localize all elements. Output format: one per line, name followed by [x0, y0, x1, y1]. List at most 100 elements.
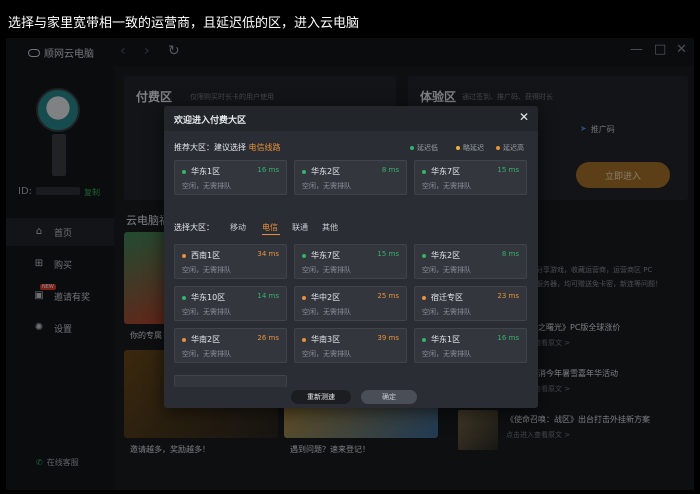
server-card[interactable]: 华东10区 14 ms 空闲，无需排队	[174, 286, 287, 321]
latency-dot	[302, 337, 306, 342]
legend-dot	[496, 146, 500, 150]
latency-value: 14 ms	[257, 292, 279, 300]
latency-dot	[182, 169, 186, 174]
legend-label: 略延迟	[463, 144, 484, 152]
server-card[interactable]: 华东2区 8 ms 空闲，无需排队	[414, 244, 527, 279]
legend-dot	[410, 146, 414, 150]
queue-status: 空闲，无需排队	[422, 350, 471, 358]
server-card[interactable]: 华中2区 25 ms 空闲，无需排队	[294, 286, 407, 321]
recommend-prefix: 推荐大区：	[174, 143, 214, 152]
modal-header: 欢迎进入付费大区 ✕	[164, 106, 538, 131]
server-name-label: 华东2区	[431, 251, 461, 260]
latency-value: 39 ms	[377, 334, 399, 342]
latency-dot	[422, 169, 426, 174]
retest-button[interactable]: 重新测速	[291, 390, 351, 404]
latency-dot	[422, 295, 426, 300]
tab-other[interactable]: 其他	[322, 222, 338, 233]
paid-zone-modal: 欢迎进入付费大区 ✕ 推荐大区：建议选择 电信线路 延迟低 略延迟 延迟高 华东…	[164, 106, 538, 408]
legend-label: 延迟低	[417, 144, 438, 152]
server-name: 华南3区	[302, 334, 340, 345]
queue-status: 空闲，无需排队	[302, 308, 351, 316]
latency-dot	[302, 169, 306, 174]
queue-status: 空闲，无需排队	[302, 350, 351, 358]
recommend-line: 电信线路	[248, 143, 281, 152]
server-name-label: 华东1区	[431, 335, 461, 344]
app-window: 顺网云电脑 ‹ › ↻ — □ ✕ ID: 复制 ⌂ 首页 ⊞ 购买 ▣ NEW…	[6, 38, 694, 490]
server-name: 华南2区	[182, 334, 220, 345]
server-card[interactable]: 华东1区 16 ms 空闲，无需排队	[174, 160, 287, 195]
latency-dot	[302, 295, 306, 300]
server-name-label: 华南2区	[191, 335, 221, 344]
latency-dot	[182, 295, 186, 300]
legend-low: 延迟低	[410, 143, 438, 153]
queue-status: 空闲，无需排队	[302, 182, 351, 190]
server-name-label: 华东10区	[191, 293, 226, 302]
active-tab-underline	[262, 234, 280, 235]
server-name-label: 华东2区	[311, 167, 341, 176]
latency-value: 23 ms	[497, 292, 519, 300]
legend-dot	[456, 146, 460, 150]
instruction-caption: 选择与家里宽带相一致的运营商，且延迟低的区，进入云电脑	[8, 16, 360, 31]
latency-value: 16 ms	[497, 334, 519, 342]
legend-mid: 略延迟	[456, 143, 484, 153]
server-card[interactable]: 西南1区 34 ms 空闲，无需排队	[174, 244, 287, 279]
recommend-label: 推荐大区：建议选择 电信线路	[174, 142, 281, 153]
close-icon[interactable]: ✕	[519, 110, 529, 124]
queue-status: 空闲，无需排队	[182, 182, 231, 190]
server-card[interactable]: 华东7区 15 ms 空闲，无需排队	[294, 244, 407, 279]
latency-value: 16 ms	[257, 166, 279, 174]
legend-high: 延迟高	[496, 143, 524, 153]
queue-status: 空闲，无需排队	[422, 308, 471, 316]
server-name-label: 华东7区	[311, 251, 341, 260]
server-name: 华东2区	[302, 166, 340, 177]
latency-value: 15 ms	[497, 166, 519, 174]
server-name: 华东10区	[182, 292, 225, 303]
server-name: 华东1区	[182, 166, 220, 177]
server-card[interactable]: 华东1区 16 ms 空闲，无需排队	[414, 328, 527, 363]
queue-status: 空闲，无需排队	[422, 182, 471, 190]
latency-value: 15 ms	[377, 250, 399, 258]
server-card-partial[interactable]	[174, 375, 287, 387]
queue-status: 空闲，无需排队	[302, 266, 351, 274]
latency-dot	[302, 253, 306, 258]
confirm-button[interactable]: 确定	[361, 390, 417, 404]
server-card[interactable]: 华南3区 39 ms 空闲，无需排队	[294, 328, 407, 363]
server-card[interactable]: 华东7区 15 ms 空闲，无需排队	[414, 160, 527, 195]
server-name-label: 华东1区	[191, 167, 221, 176]
server-name-label: 西南1区	[191, 251, 221, 260]
tab-telecom[interactable]: 电信	[262, 222, 278, 233]
latency-value: 34 ms	[257, 250, 279, 258]
latency-dot	[422, 337, 426, 342]
latency-dot	[182, 337, 186, 342]
queue-status: 空闲，无需排队	[182, 350, 231, 358]
legend-label: 延迟高	[503, 144, 524, 152]
server-name: 华中2区	[302, 292, 340, 303]
server-name: 华东7区	[302, 250, 340, 261]
queue-status: 空闲，无需排队	[422, 266, 471, 274]
server-name-label: 华南3区	[311, 335, 341, 344]
server-card[interactable]: 华南2区 26 ms 空闲，无需排队	[174, 328, 287, 363]
latency-dot	[422, 253, 426, 258]
server-card[interactable]: 华东2区 8 ms 空闲，无需排队	[294, 160, 407, 195]
latency-value: 8 ms	[501, 250, 519, 258]
server-card[interactable]: 宿迁专区 23 ms 空闲，无需排队	[414, 286, 527, 321]
latency-dot	[182, 253, 186, 258]
server-name-label: 华东7区	[431, 167, 461, 176]
tab-mobile[interactable]: 移动	[230, 222, 246, 233]
latency-value: 8 ms	[381, 166, 399, 174]
server-name: 华东2区	[422, 250, 460, 261]
latency-value: 26 ms	[257, 334, 279, 342]
recommend-hint: 建议选择	[214, 143, 246, 152]
server-name: 华东1区	[422, 334, 460, 345]
select-zone-label: 选择大区：	[174, 223, 214, 232]
server-name-label: 华中2区	[311, 293, 341, 302]
queue-status: 空闲，无需排队	[182, 308, 231, 316]
modal-title: 欢迎进入付费大区	[174, 116, 247, 126]
server-name: 宿迁专区	[422, 292, 463, 303]
server-name: 华东7区	[422, 166, 460, 177]
tab-unicom[interactable]: 联通	[292, 222, 308, 233]
server-name-label: 宿迁专区	[431, 293, 463, 302]
latency-value: 25 ms	[377, 292, 399, 300]
queue-status: 空闲，无需排队	[182, 266, 231, 274]
server-name: 西南1区	[182, 250, 220, 261]
